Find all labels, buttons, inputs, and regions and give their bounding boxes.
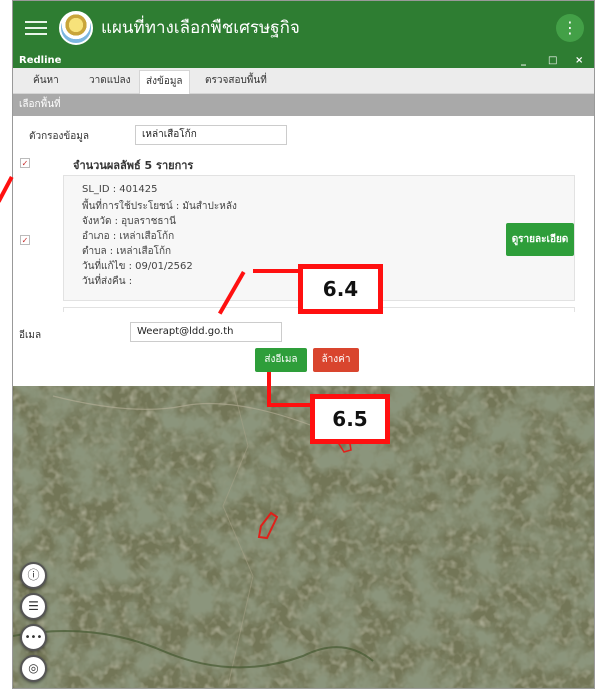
menu-icon[interactable] [25,20,47,35]
record-edit-date: วันที่แก้ไข : 09/01/2562 [82,261,193,272]
record-sl-id: SL_ID : 401425 [82,184,158,195]
tab-send-data[interactable]: ส่งข้อมูล [139,70,190,94]
app-title: แผนที่ทางเลือกพืชเศรษฐกิจ [101,18,300,38]
more-options-icon[interactable]: ••• [20,624,47,651]
callout-6-4: 6.4 [298,264,383,314]
record-province: จังหวัด : อุบลราชธานี [82,216,176,227]
tab-search[interactable]: ค้นหา [33,73,59,88]
app-bar: แผนที่ทางเลือกพืชเศรษฐกิจ ⋮ [13,1,594,54]
record-return-date: วันที่ส่งคืน : [82,276,133,287]
callout-6-5-leader-horz [267,403,312,407]
filter-input[interactable]: เหล่าเสือโก้ก [135,125,287,145]
clear-button[interactable]: ล้างค่า [313,348,359,372]
satellite-map[interactable]: ⓘ ☰ ••• ◎ [13,386,594,688]
results-checkbox[interactable]: ✓ [20,158,30,168]
maximize-icon[interactable]: □ [548,54,557,68]
panel-title: Redline [19,55,62,66]
email-input[interactable]: Weerapt@ldd.go.th [130,322,282,342]
info-icon[interactable]: ⓘ [20,562,47,589]
callout-6-5: 6.5 [310,394,390,444]
tab-check-area[interactable]: ตรวจสอบพื้นที่ [205,73,267,88]
view-details-button[interactable]: ดูรายละเอียด [506,223,574,256]
minimize-icon[interactable]: _ [521,54,526,68]
record-district: อำเภอ : เหล่าเสือโก้ก [82,231,175,242]
tab-draw[interactable]: วาดแปลง [89,73,131,88]
callout-6-5-leader-vert [267,372,271,406]
record-subdistrict: ตำบล : เหล่าเสือโก้ก [82,246,172,257]
close-icon[interactable]: × [575,54,583,68]
more-vertical-icon[interactable]: ⋮ [556,14,584,42]
panel-title-bar: Redline _ □ × [13,54,594,68]
section-header: เลือกพื้นที่ [13,94,594,116]
map-imagery [13,386,594,688]
record-checkbox[interactable]: ✓ [20,235,30,245]
record-land-use: พื้นที่การใช้ประโยชน์ : มันสำปะหลัง [82,201,237,212]
app-window: แผนที่ทางเลือกพืชเศรษฐกิจ ⋮ Redline _ □ … [12,0,595,689]
result-count: จำนวนผลลัพธ์ 5 รายการ [73,159,194,172]
locate-icon[interactable]: ◎ [20,655,47,682]
agency-logo [59,10,93,45]
tab-bar: ค้นหา วาดแปลง ส่งข้อมูล ตรวจสอบพื้นที่ [13,68,594,94]
email-label: อีเมล [19,330,42,341]
filter-label: ตัวกรองข้อมูล [29,131,89,142]
layer-list-icon[interactable]: ☰ [20,593,47,620]
send-email-button[interactable]: ส่งอีเมล [255,348,307,372]
